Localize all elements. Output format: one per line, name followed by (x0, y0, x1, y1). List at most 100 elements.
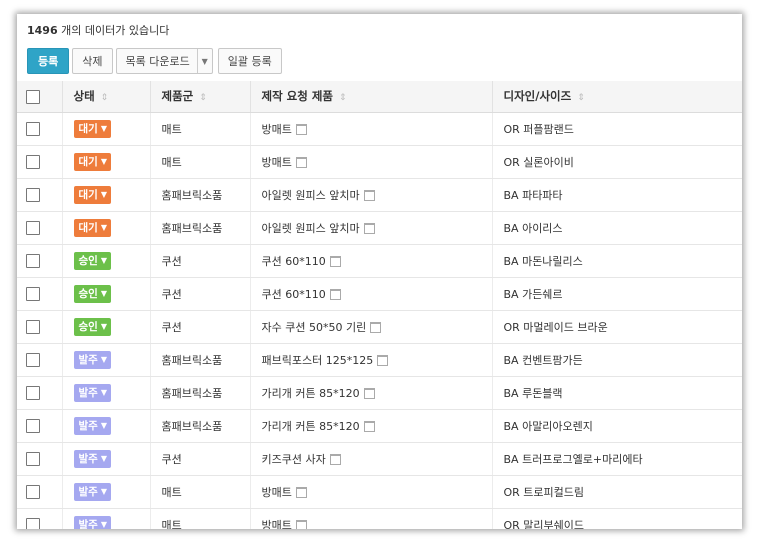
sort-icon[interactable]: ⇕ (101, 93, 109, 103)
table-row[interactable]: 발주 ▼ 쿠션 키즈쿠션 사자 BA 트러프로그옐로+마리에타 (17, 442, 742, 476)
status-dropdown[interactable]: 대기 ▼ (73, 185, 111, 204)
memo-icon[interactable] (363, 388, 375, 399)
design-size-cell: BA 아이리스 (491, 211, 742, 245)
product-link[interactable]: 쿠션 60*110 (262, 255, 326, 268)
table-row[interactable]: 대기 ▼ 홈패브릭소품 아일렛 원피스 앞치마 BA 아이리스 (17, 211, 742, 245)
memo-icon[interactable] (363, 421, 375, 432)
status-dropdown[interactable]: 발주 ▼ (73, 449, 111, 468)
memo-icon[interactable] (370, 322, 382, 333)
bulk-register-button[interactable]: 일괄 등록 (217, 48, 282, 74)
memo-icon[interactable] (363, 223, 375, 234)
product-link[interactable]: 방매트 (262, 486, 292, 499)
chevron-down-icon[interactable]: ▼ (196, 49, 212, 73)
product-link[interactable]: 방매트 (262, 519, 292, 530)
status-dropdown[interactable]: 발주 ▼ (73, 515, 111, 529)
product-link[interactable]: 방매트 (262, 156, 292, 169)
status-dropdown[interactable]: 발주 ▼ (73, 383, 111, 402)
status-cell: 승인 ▼ (61, 310, 150, 344)
table-row[interactable]: 발주 ▼ 홈패브릭소품 가리개 커튼 85*120 BA 아말리아오렌지 (17, 409, 742, 443)
row-checkbox[interactable] (26, 121, 40, 136)
delete-button[interactable]: 삭제 (72, 48, 113, 74)
table-row[interactable]: 대기 ▼ 매트 방매트 OR 실론아이비 (17, 145, 742, 179)
chevron-down-icon: ▼ (100, 322, 107, 331)
row-select-cell (17, 475, 62, 509)
sort-icon[interactable]: ⇕ (577, 93, 585, 103)
product-link[interactable]: 아일렛 원피스 앞치마 (262, 222, 360, 235)
memo-icon[interactable] (377, 355, 389, 366)
memo-icon[interactable] (295, 520, 307, 529)
status-cell: 승인 ▼ (61, 244, 150, 278)
row-select-cell (17, 343, 62, 377)
row-checkbox[interactable] (26, 484, 40, 499)
sort-icon[interactable]: ⇕ (199, 93, 207, 103)
status-dropdown[interactable]: 승인 ▼ (73, 317, 111, 336)
register-button[interactable]: 등록 (27, 48, 70, 74)
status-dropdown[interactable]: 대기 ▼ (73, 119, 111, 138)
status-dropdown[interactable]: 대기 ▼ (73, 152, 111, 171)
row-checkbox[interactable] (26, 286, 40, 301)
row-checkbox[interactable] (26, 187, 40, 202)
memo-icon[interactable] (295, 487, 307, 498)
column-header-label: 제품군 (161, 89, 194, 104)
column-header-status[interactable]: 상태 ⇕ (61, 81, 150, 113)
product-link[interactable]: 쿠션 60*110 (262, 288, 326, 301)
status-cell: 대기 ▼ (61, 112, 150, 146)
product-link[interactable]: 아일렛 원피스 앞치마 (262, 189, 360, 202)
column-header-design[interactable]: 디자인/사이즈 ⇕ (491, 81, 742, 113)
product-link[interactable]: 자수 쿠션 50*50 기린 (262, 321, 367, 334)
status-dropdown[interactable]: 대기 ▼ (73, 218, 111, 237)
product-cell: 아일렛 원피스 앞치마 (249, 211, 492, 245)
product-link[interactable]: 방매트 (262, 123, 292, 136)
table-row[interactable]: 대기 ▼ 홈패브릭소품 아일렛 원피스 앞치마 BA 파타파타 (17, 178, 742, 212)
memo-icon[interactable] (295, 124, 307, 135)
memo-icon[interactable] (295, 157, 307, 168)
status-dropdown[interactable]: 발주 ▼ (73, 482, 111, 501)
chevron-down-icon: ▼ (100, 124, 107, 133)
row-checkbox[interactable] (26, 319, 40, 334)
row-checkbox[interactable] (26, 352, 40, 367)
memo-icon[interactable] (329, 289, 341, 300)
column-header-product[interactable]: 제작 요청 제품 ⇕ (249, 81, 492, 113)
row-checkbox[interactable] (26, 517, 40, 529)
design-size-cell: BA 가든쉐르 (491, 277, 742, 311)
table-row[interactable]: 발주 ▼ 홈패브릭소품 가리개 커튼 85*120 BA 루돈블랙 (17, 376, 742, 410)
table-row[interactable]: 발주 ▼ 매트 방매트 OR 트로피컬드림 (17, 475, 742, 509)
table-row[interactable]: 발주 ▼ 매트 방매트 OR 말리부쉐이드 (17, 508, 742, 529)
table-row[interactable]: 승인 ▼ 쿠션 쿠션 60*110 BA 가든쉐르 (17, 277, 742, 311)
product-link[interactable]: 가리개 커튼 85*120 (262, 387, 360, 400)
chevron-down-icon: ▼ (100, 421, 107, 430)
row-checkbox[interactable] (26, 385, 40, 400)
table-row[interactable]: 승인 ▼ 쿠션 자수 쿠션 50*50 기린 OR 마멀레이드 브라운 (17, 310, 742, 344)
sort-icon[interactable]: ⇕ (339, 93, 347, 103)
status-dropdown[interactable]: 승인 ▼ (73, 251, 111, 270)
product-cell: 방매트 (249, 112, 492, 146)
column-header-group[interactable]: 제품군 ⇕ (149, 81, 250, 113)
row-checkbox[interactable] (26, 220, 40, 235)
design-size-cell: OR 마멀레이드 브라운 (491, 310, 742, 344)
row-checkbox[interactable] (26, 451, 40, 466)
memo-icon[interactable] (329, 256, 341, 267)
product-link[interactable]: 가리개 커튼 85*120 (262, 420, 360, 433)
table-row[interactable]: 대기 ▼ 매트 방매트 OR 퍼플팜랜드 (17, 112, 742, 146)
download-list-button[interactable]: 목록 다운로드 ▼ (115, 48, 213, 74)
memo-icon[interactable] (329, 454, 341, 465)
select-all-checkbox[interactable] (26, 89, 40, 104)
product-link[interactable]: 패브릭포스터 125*125 (262, 354, 374, 367)
table-row[interactable]: 승인 ▼ 쿠션 쿠션 60*110 BA 마돈나릴리스 (17, 244, 742, 278)
row-checkbox[interactable] (26, 154, 40, 169)
status-label: 대기 (78, 156, 98, 168)
status-dropdown[interactable]: 발주 ▼ (73, 416, 111, 435)
product-group-cell: 홈패브릭소품 (149, 409, 250, 443)
status-cell: 승인 ▼ (61, 277, 150, 311)
product-link[interactable]: 키즈쿠션 사자 (262, 453, 326, 466)
status-dropdown[interactable]: 승인 ▼ (73, 284, 111, 303)
product-group-cell: 매트 (149, 145, 250, 179)
table-row[interactable]: 발주 ▼ 홈패브릭소품 패브릭포스터 125*125 BA 컨벤트팜가든 (17, 343, 742, 377)
memo-icon[interactable] (363, 190, 375, 201)
chevron-down-icon: ▼ (100, 256, 107, 265)
product-group-cell: 홈패브릭소품 (149, 376, 250, 410)
status-dropdown[interactable]: 발주 ▼ (73, 350, 111, 369)
row-checkbox[interactable] (26, 253, 40, 268)
chevron-down-icon: ▼ (100, 190, 107, 199)
row-checkbox[interactable] (26, 418, 40, 433)
